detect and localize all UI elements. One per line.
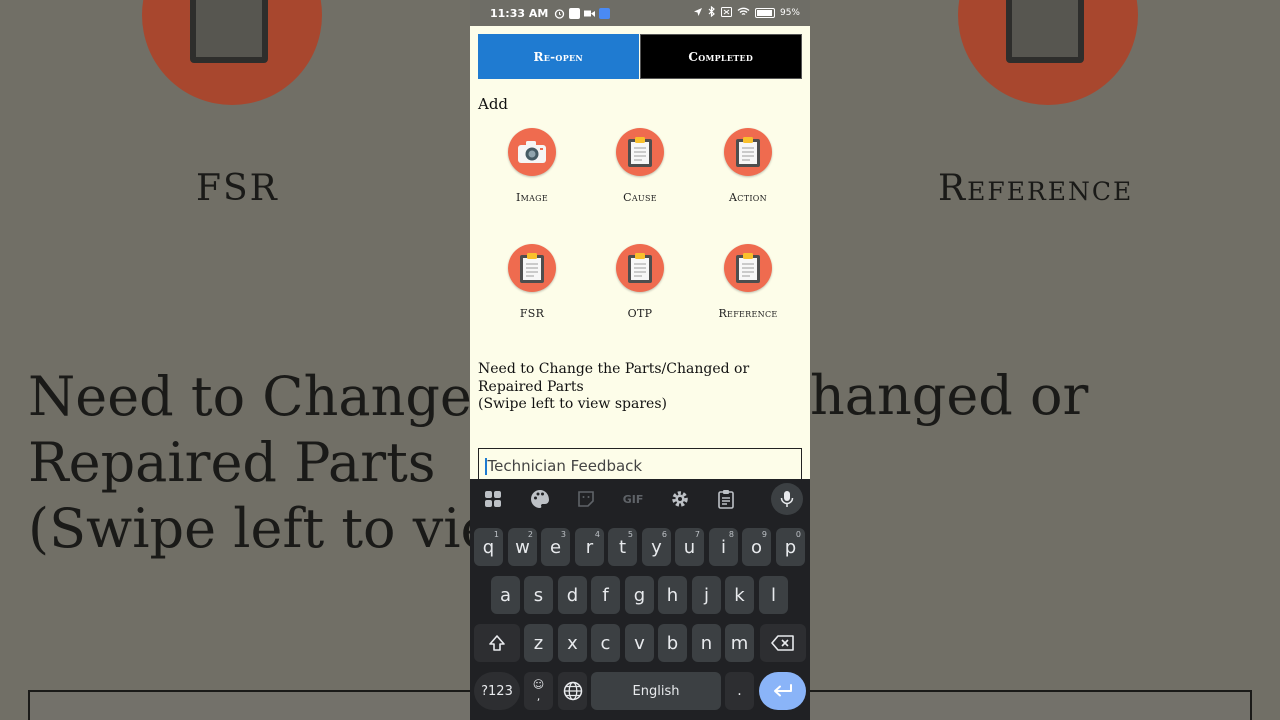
shift-icon — [489, 635, 505, 651]
battery-icon — [754, 8, 775, 18]
wifi-icon — [737, 7, 750, 20]
sticker-icon[interactable] — [563, 479, 610, 519]
text-caret — [485, 458, 487, 475]
key-i[interactable]: i8 — [709, 528, 738, 566]
background-fsr-label: FSR — [196, 168, 279, 209]
symbols-key[interactable]: ?123 — [474, 672, 520, 710]
backspace-icon — [771, 635, 794, 651]
key-u[interactable]: u7 — [675, 528, 704, 566]
key-w[interactable]: w2 — [508, 528, 537, 566]
key-f[interactable]: f — [591, 576, 620, 614]
period-key[interactable]: . — [725, 672, 754, 710]
key-k[interactable]: k — [725, 576, 754, 614]
bluetooth-icon — [708, 5, 716, 20]
key-a[interactable]: a — [491, 576, 520, 614]
key-g[interactable]: g — [625, 576, 654, 614]
clipboard-icon — [724, 244, 772, 292]
key-h[interactable]: h — [658, 576, 687, 614]
background-text-line-2: Repaired Parts — [28, 431, 436, 494]
add-image-tile[interactable]: Image — [478, 128, 586, 228]
key-r[interactable]: r4 — [575, 528, 604, 566]
parts-heading-line-1: Need to Change the Parts/Changed or — [478, 361, 750, 377]
play-store-icon — [599, 7, 611, 19]
add-fsr-label: FSR — [519, 307, 545, 320]
clipboard-icon — [616, 244, 664, 292]
keyboard-toolbar: GIF — [470, 479, 810, 519]
camera-icon — [508, 128, 556, 176]
background-clipboard-icon — [958, 0, 1138, 105]
globe-icon — [563, 681, 582, 701]
clipboard-icon — [724, 128, 772, 176]
technician-feedback-placeholder: Technician Feedback — [487, 457, 643, 475]
background-text-line-3: (Swipe left to vie — [28, 497, 493, 560]
add-action-label: Action — [729, 191, 767, 204]
emoji-comma-key[interactable]: ☺ , — [524, 672, 553, 710]
gif-button[interactable]: GIF — [610, 479, 657, 519]
background-text-line-1-right: hanged or — [810, 364, 1089, 427]
key-b[interactable]: b — [658, 624, 687, 662]
clipboard-icon[interactable] — [703, 479, 750, 519]
clipboard-icon — [616, 128, 664, 176]
status-time: 11:33 AM — [490, 6, 549, 20]
keyboard: GIF q1 w2 e3 r4 t5 y6 u7 i8 o9 p0 a s d — [470, 479, 810, 720]
background-clipboard-icon — [142, 0, 322, 105]
add-fsr-tile[interactable]: FSR — [478, 244, 586, 344]
backspace-key[interactable] — [760, 624, 806, 662]
apps-icon[interactable] — [470, 479, 517, 519]
add-otp-label: OTP — [627, 307, 653, 320]
key-q[interactable]: q1 — [474, 528, 503, 566]
mic-icon — [770, 483, 803, 515]
key-d[interactable]: d — [558, 576, 587, 614]
mic-button[interactable] — [763, 479, 810, 519]
status-bar: 11:33 AM 95% — [470, 0, 810, 26]
key-z[interactable]: z — [524, 624, 553, 662]
settings-icon[interactable] — [656, 479, 703, 519]
key-t[interactable]: t5 — [608, 528, 637, 566]
location-icon — [693, 7, 703, 20]
completed-button[interactable]: Completed — [639, 34, 802, 79]
parts-swipe-hint: (Swipe left to view spares) — [478, 396, 667, 412]
key-n[interactable]: n — [692, 624, 721, 662]
status-right-group: 95% — [693, 5, 800, 20]
reopen-button[interactable]: Re-open — [478, 34, 639, 79]
add-cause-label: Cause — [623, 191, 657, 204]
space-key[interactable]: English — [591, 672, 721, 710]
enter-key[interactable] — [759, 672, 806, 710]
key-y[interactable]: y6 — [642, 528, 671, 566]
key-j[interactable]: j — [692, 576, 721, 614]
background-text-line-1: Need to Change — [28, 365, 472, 428]
alarm-icon — [554, 8, 565, 19]
add-reference-tile[interactable]: Reference — [694, 244, 802, 344]
background-reference-label: Reference — [938, 168, 1134, 209]
add-reference-label: Reference — [718, 307, 778, 320]
clipboard-icon — [508, 244, 556, 292]
add-otp-tile[interactable]: OTP — [586, 244, 694, 344]
add-image-label: Image — [515, 191, 549, 204]
key-m[interactable]: m — [725, 624, 754, 662]
status-action-buttons: Re-open Completed — [478, 34, 802, 79]
key-l[interactable]: l — [759, 576, 788, 614]
language-key[interactable] — [558, 672, 587, 710]
comma-label: , — [536, 690, 541, 703]
phone-screen: 11:33 AM 95% Re-open Completed Add Image… — [470, 0, 810, 720]
key-c[interactable]: c — [591, 624, 620, 662]
video-camera-icon — [584, 8, 596, 19]
add-cause-tile[interactable]: Cause — [586, 128, 694, 228]
key-s[interactable]: s — [524, 576, 553, 614]
parts-heading-line-2: Repaired Parts — [478, 378, 584, 395]
key-o[interactable]: o9 — [742, 528, 771, 566]
key-v[interactable]: v — [625, 624, 654, 662]
key-e[interactable]: e3 — [541, 528, 570, 566]
key-p[interactable]: p0 — [776, 528, 805, 566]
app-notification-icon — [569, 7, 581, 19]
add-section-title: Add — [478, 95, 509, 113]
shift-key[interactable] — [474, 624, 520, 662]
palette-icon[interactable] — [517, 479, 564, 519]
add-action-tile[interactable]: Action — [694, 128, 802, 228]
no-sim-icon — [720, 6, 732, 20]
key-x[interactable]: x — [558, 624, 587, 662]
parts-section-heading: Need to Change the Parts/Changed or Repa… — [478, 361, 798, 414]
battery-percent: 95% — [779, 8, 800, 18]
enter-icon — [773, 684, 792, 697]
